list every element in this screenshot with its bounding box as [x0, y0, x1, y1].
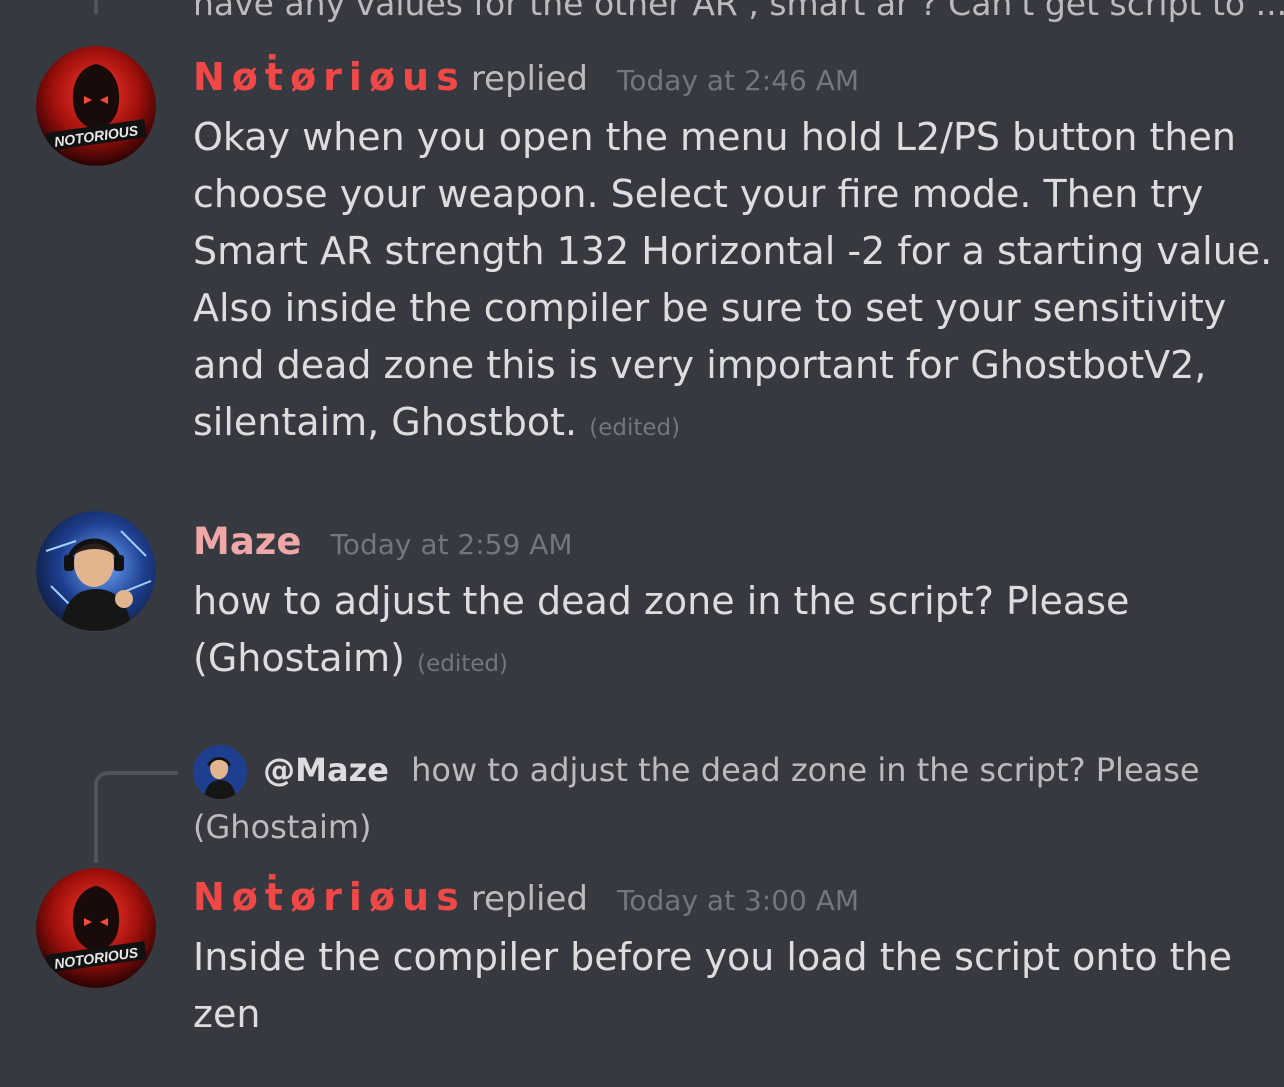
- notorious-avatar-image: NOTORIOUS: [36, 46, 156, 166]
- edited-tag: (edited): [589, 415, 681, 441]
- message-body-3[interactable]: Inside the compiler before you load the …: [193, 929, 1232, 1043]
- reply-snippet-wrap: (Ghostaim): [193, 808, 372, 846]
- message-line: and dead zone this is very important for…: [193, 343, 1207, 387]
- message-line: Okay when you open the menu hold L2/PS b…: [193, 115, 1236, 159]
- avatar-notorious[interactable]: NOTORIOUS: [36, 46, 156, 166]
- message-line-text: (Ghostaim): [193, 636, 405, 680]
- reply-avatar: [193, 745, 247, 799]
- timestamp: Today at 2:59 AM: [330, 528, 573, 561]
- avatar-maze[interactable]: [36, 511, 156, 631]
- message-line: how to adjust the dead zone in the scrip…: [193, 579, 1130, 623]
- message-line: choose your weapon. Select your fire mod…: [193, 172, 1204, 216]
- message-line-text: silentaim, Ghostbot.: [193, 400, 578, 444]
- message-body-1[interactable]: Okay when you open the menu hold L2/PS b…: [193, 109, 1272, 457]
- avatar-notorious[interactable]: NOTORIOUS: [36, 868, 156, 988]
- message-header-1: Nøṫøriøus replied Today at 2:46 AM: [193, 55, 859, 99]
- reply-preview[interactable]: @Maze how to adjust the dead zone in the…: [193, 745, 1200, 799]
- notorious-avatar-image: NOTORIOUS: [36, 868, 156, 988]
- author-name[interactable]: Maze: [193, 520, 301, 563]
- message-header-2: Maze Today at 2:59 AM: [193, 520, 573, 563]
- previous-message-snippet[interactable]: have any values for the other AR , smart…: [193, 0, 1284, 23]
- timestamp: Today at 3:00 AM: [617, 884, 860, 917]
- edited-tag: (edited): [417, 651, 508, 677]
- message-line: Inside the compiler before you load the …: [193, 935, 1233, 979]
- message-line: zen: [193, 992, 261, 1036]
- message-line: Smart AR strength 132 Horizontal -2 for …: [193, 229, 1273, 273]
- reply-mention[interactable]: @Maze: [263, 751, 389, 789]
- message-header-3: Nøṫøriøus replied Today at 3:00 AM: [193, 875, 859, 919]
- reply-snippet: how to adjust the dead zone in the scrip…: [411, 751, 1200, 789]
- message-line-last: (Ghostaim) (edited): [193, 630, 1129, 693]
- replied-label: replied: [470, 59, 588, 99]
- reply-connector: [94, 771, 178, 863]
- message-body-2[interactable]: how to adjust the dead zone in the scrip…: [193, 573, 1129, 693]
- maze-avatar-image: [36, 511, 156, 631]
- author-name[interactable]: Nøṫøriøus: [193, 875, 466, 919]
- timestamp: Today at 2:46 AM: [617, 64, 860, 97]
- message-line-last: silentaim, Ghostbot. (edited): [193, 394, 1272, 457]
- author-name[interactable]: Nøṫøriøus: [193, 55, 466, 99]
- message-line: Also inside the compiler be sure to set …: [193, 286, 1227, 330]
- reply-connector-top: [94, 0, 98, 14]
- replied-label: replied: [470, 879, 588, 919]
